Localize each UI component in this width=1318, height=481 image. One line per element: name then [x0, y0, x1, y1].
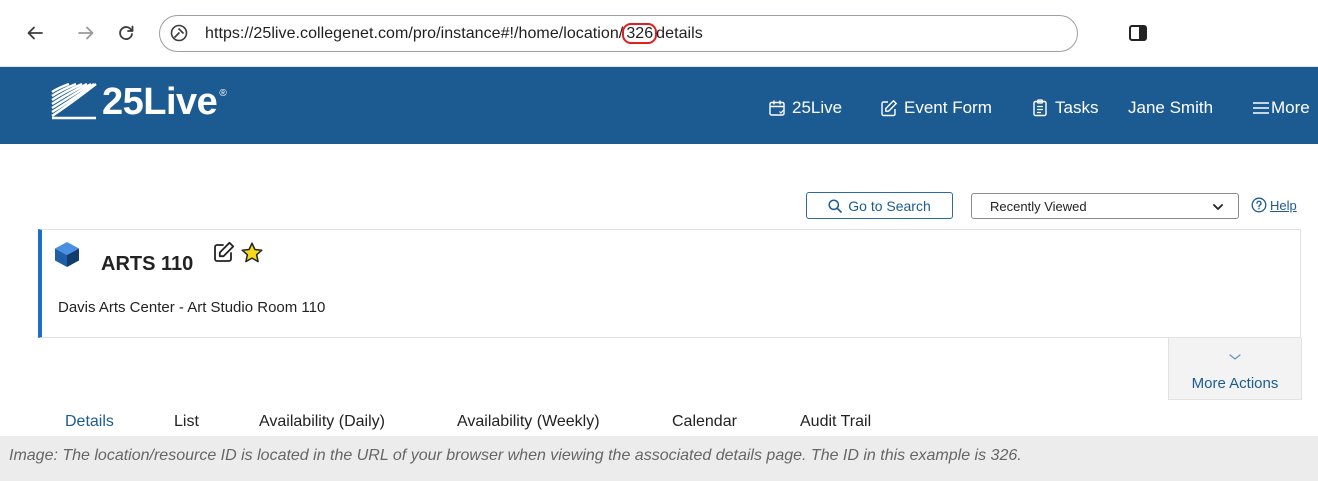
forward-button[interactable] [73, 20, 99, 46]
more-actions-button[interactable]: More Actions [1168, 338, 1302, 400]
reload-icon [119, 25, 134, 40]
help-link[interactable]: Help [1251, 197, 1297, 213]
chevron-down-icon [1229, 354, 1241, 360]
go-to-search-label: Go to Search [848, 197, 931, 214]
site-info-icon[interactable] [170, 24, 188, 42]
reload-button[interactable] [113, 20, 139, 46]
tab-details[interactable]: Details [65, 413, 114, 431]
app-header: 25Live ® 25Live Event Form Tasks Jane Sm… [0, 67, 1318, 144]
image-caption-bar: Image: The location/resource ID is locat… [0, 436, 1318, 481]
nav-tasks-label: Tasks [1055, 98, 1099, 117]
browser-toolbar: https://25live.collegenet.com/pro/instan… [0, 0, 1318, 67]
tab-calendar[interactable]: Calendar [672, 413, 737, 431]
logo-text: 25Live [102, 81, 218, 123]
menu-icon [1253, 102, 1269, 114]
back-button[interactable] [22, 20, 48, 46]
nav-event-form[interactable]: Event Form [880, 98, 992, 118]
tab-availability-weekly[interactable]: Availability (Weekly) [457, 413, 600, 431]
go-to-search-button[interactable]: Go to Search [806, 192, 953, 219]
side-panel-icon[interactable] [1128, 23, 1148, 43]
nav-more-label: More [1271, 98, 1310, 117]
edit-icon[interactable] [212, 240, 236, 264]
nav-25live[interactable]: 25Live [768, 98, 842, 118]
address-bar[interactable]: https://25live.collegenet.com/pro/instan… [159, 15, 1078, 52]
nav-25live-label: 25Live [792, 98, 843, 117]
forward-arrow-icon [78, 26, 94, 40]
image-caption: Image: The location/resource ID is locat… [9, 447, 1022, 464]
url-suffix: details [656, 25, 703, 42]
calendar-icon [769, 100, 785, 116]
url-location-id: 326 [622, 23, 658, 44]
location-tabs: Details List Availability (Daily) Availa… [0, 410, 1318, 436]
search-icon [828, 198, 843, 213]
user-name: Jane Smith [1128, 98, 1214, 117]
back-arrow-icon [27, 26, 43, 40]
help-label: Help [1270, 197, 1297, 213]
location-header-card: ARTS 110 Davis Arts Center - Art Studio … [38, 229, 1301, 338]
logo-registered-mark: ® [219, 88, 227, 99]
tab-availability-daily[interactable]: Availability (Daily) [259, 413, 385, 431]
url-prefix: https://25live.collegenet.com/pro/instan… [205, 25, 624, 42]
location-title: ARTS 110 [101, 253, 194, 275]
app-logo[interactable]: 25Live ® [50, 82, 227, 122]
nav-event-form-label: Event Form [904, 98, 992, 117]
nav-more[interactable]: More [1252, 98, 1310, 118]
star-icon[interactable] [240, 241, 264, 265]
cube-icon [55, 242, 79, 267]
location-full-name: Davis Arts Center - Art Studio Room 110 [58, 299, 326, 316]
url-text[interactable]: https://25live.collegenet.com/pro/instan… [205, 23, 703, 44]
logo-mark-icon [51, 82, 97, 120]
nav-tasks[interactable]: Tasks [1031, 98, 1098, 118]
edit-icon [881, 100, 897, 117]
chevron-down-icon [1213, 204, 1223, 210]
nav-user-menu[interactable]: Jane Smith [1128, 98, 1213, 118]
more-actions-label: More Actions [1191, 375, 1279, 392]
recently-viewed-select[interactable]: Recently Viewed [971, 193, 1239, 219]
tab-list[interactable]: List [174, 413, 199, 431]
clipboard-icon [1033, 99, 1047, 117]
help-icon [1251, 197, 1267, 213]
tab-audit-trail[interactable]: Audit Trail [800, 413, 871, 431]
recently-viewed-value: Recently Viewed [990, 198, 1087, 214]
